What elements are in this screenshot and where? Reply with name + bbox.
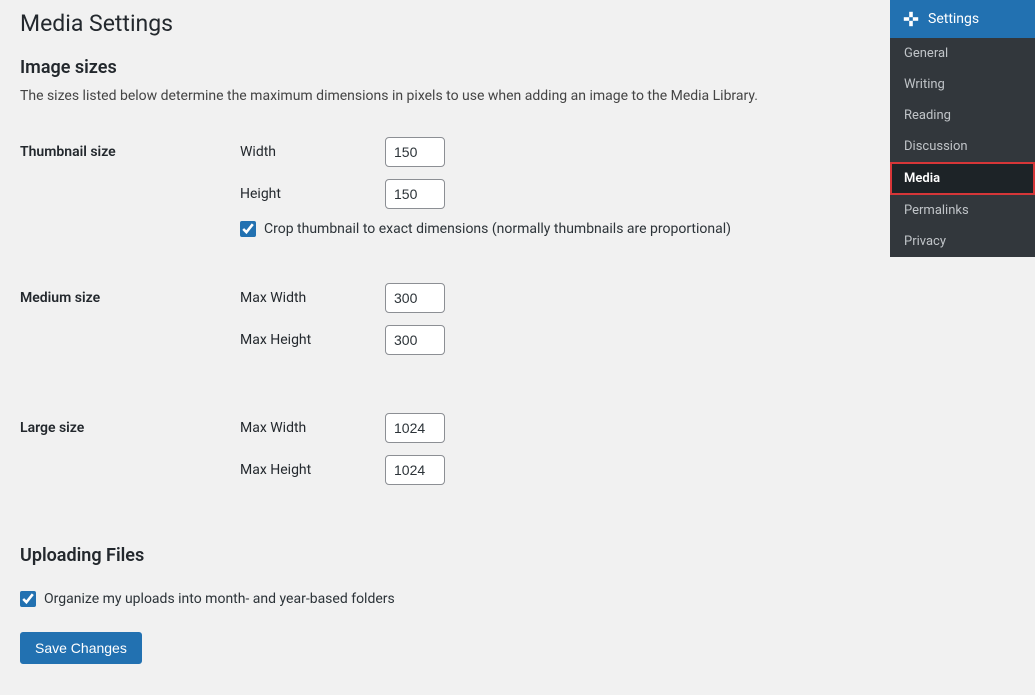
medium-max-height-label: Max Height: [240, 332, 385, 348]
image-sizes-heading: Image sizes: [20, 57, 870, 78]
sidebar-item-media[interactable]: Media: [890, 162, 1035, 195]
thumbnail-crop-label[interactable]: Crop thumbnail to exact dimensions (norm…: [264, 221, 731, 237]
settings-icon: [902, 10, 920, 28]
large-max-height-input[interactable]: [385, 455, 445, 485]
sidebar-item-reading[interactable]: Reading: [890, 100, 1035, 131]
medium-max-height-input[interactable]: [385, 325, 445, 355]
medium-max-width-label: Max Width: [240, 290, 385, 306]
main-content: Media Settings Image sizes The sizes lis…: [0, 0, 890, 684]
thumbnail-height-input[interactable]: [385, 179, 445, 209]
thumbnail-label: Thumbnail size: [20, 129, 240, 245]
medium-label: Medium size: [20, 275, 240, 375]
thumbnail-crop-checkbox[interactable]: [240, 221, 256, 237]
medium-max-width-input[interactable]: [385, 283, 445, 313]
sidebar-header[interactable]: Settings: [890, 0, 1035, 38]
save-button[interactable]: Save Changes: [20, 632, 142, 664]
sidebar-menu: General Writing Reading Discussion Media…: [890, 38, 1035, 257]
thumbnail-width-input[interactable]: [385, 137, 445, 167]
sidebar-item-writing[interactable]: Writing: [890, 69, 1035, 100]
large-max-height-label: Max Height: [240, 462, 385, 478]
settings-table: Thumbnail size Width Height Crop thumbna…: [20, 129, 870, 505]
uploading-heading: Uploading Files: [20, 545, 870, 566]
thumbnail-height-label: Height: [240, 186, 385, 202]
page-title: Media Settings: [20, 10, 870, 37]
large-label: Large size: [20, 405, 240, 505]
sidebar-item-privacy[interactable]: Privacy: [890, 226, 1035, 257]
sidebar-item-discussion[interactable]: Discussion: [890, 131, 1035, 162]
organize-uploads-checkbox[interactable]: [20, 591, 36, 607]
thumbnail-width-label: Width: [240, 144, 385, 160]
large-max-width-label: Max Width: [240, 420, 385, 436]
image-sizes-description: The sizes listed below determine the max…: [20, 88, 870, 104]
large-max-width-input[interactable]: [385, 413, 445, 443]
organize-uploads-label[interactable]: Organize my uploads into month- and year…: [44, 591, 395, 607]
settings-sidebar: Settings General Writing Reading Discuss…: [890, 0, 1035, 257]
sidebar-header-label: Settings: [928, 11, 979, 27]
sidebar-item-general[interactable]: General: [890, 38, 1035, 69]
sidebar-item-permalinks[interactable]: Permalinks: [890, 195, 1035, 226]
